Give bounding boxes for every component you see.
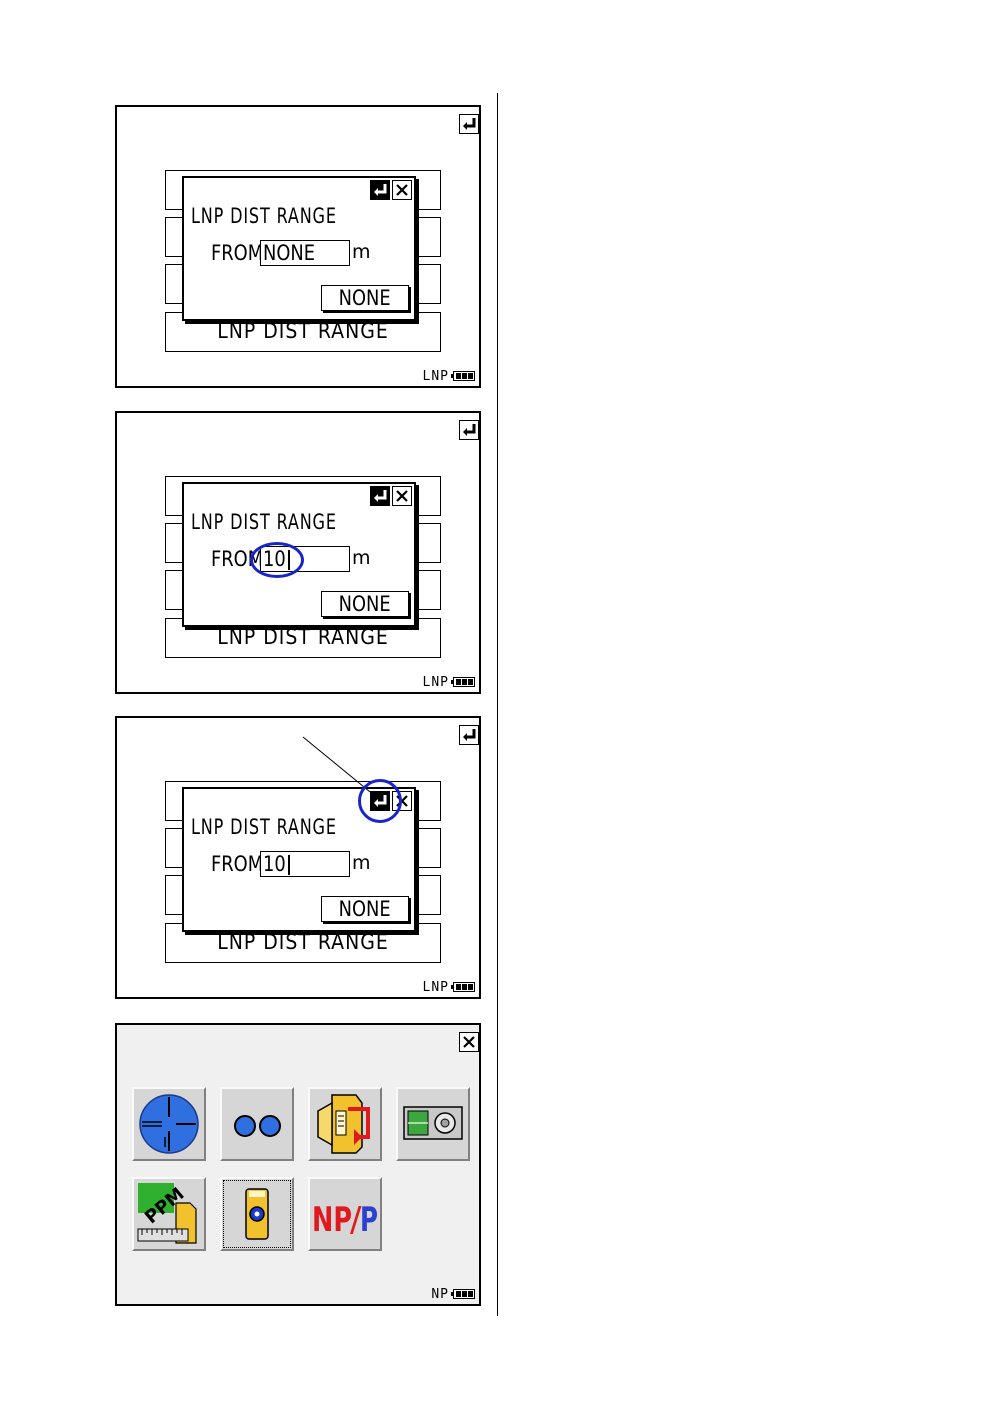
dist-range-dialog: LNP DIST RANGE FROM NONE m NONE [182,176,416,321]
battery-icon [451,1289,475,1299]
mode-indicator: LNP [422,368,449,384]
ppm-ruler-icon: PPM [137,1183,197,1244]
dialog-enter-button[interactable] [370,180,390,200]
tile-target-prism[interactable] [220,1177,294,1251]
none-button[interactable]: NONE [321,591,409,617]
dialog-title: LNP DIST RANGE [191,510,337,534]
two-circles-icon [234,1115,281,1137]
tile-prism-export[interactable] [308,1087,382,1161]
tile-device-panel[interactable] [396,1087,470,1161]
battery-icon [451,677,475,687]
mode-indicator: LNP [422,979,449,995]
screen-1: LNP DIST RANGE LNP DIST RANGE FROM NONE … [115,105,481,388]
from-label: FROM [211,241,264,265]
dialog-title: LNP DIST RANGE [191,204,337,228]
none-button-label: NONE [338,286,392,310]
input-highlight-circle [250,542,304,578]
battery-icon [451,982,475,992]
dialog-enter-button[interactable] [370,486,390,506]
from-input-value: NONE [263,241,316,265]
dialog-close-button[interactable] [392,486,412,506]
from-input[interactable]: NONE [260,240,350,266]
prism-export-icon [317,1094,370,1154]
enter-icon [463,118,476,130]
tile-two-circles[interactable] [220,1087,294,1161]
none-button[interactable]: NONE [321,285,409,311]
dialog-close-button[interactable] [392,180,412,200]
none-button-label: NONE [338,592,392,616]
unit-label: m [352,241,371,263]
background-row-label: LNP DIST RANGE [217,319,389,343]
device-panel-icon [403,1106,463,1140]
close-button[interactable] [459,1032,479,1052]
crosshair-icon [139,1094,199,1154]
pointer-line [302,736,376,797]
tile-crosshair[interactable] [132,1087,206,1161]
np-p-toggle-icon: NP / P [312,1200,378,1240]
close-icon [396,490,408,502]
background-row-label: LNP DIST RANGE [217,625,389,649]
enter-highlight-circle [358,779,402,823]
tile-ppm-ruler[interactable]: PPM [132,1177,206,1251]
mode-indicator: NP [431,1286,449,1302]
status-bar: LNP [422,979,475,995]
status-bar: NP [431,1286,475,1302]
menu-screen: PPM NP / P NP [115,1023,481,1306]
close-icon [396,184,408,196]
divider-line [497,93,498,1316]
enter-button[interactable] [459,420,479,440]
battery-icon [451,371,475,381]
screen-3: LNP DIST RANGE LNP DIST RANGE FROM 10 m … [115,716,481,999]
p-label: P [360,1200,378,1240]
status-bar: LNP [422,674,475,690]
close-icon [463,1036,475,1048]
enter-icon [371,487,389,505]
enter-icon [463,424,476,436]
np-label: NP [312,1200,352,1240]
tile-np-p-toggle[interactable]: NP / P [308,1177,382,1251]
unit-label: m [352,547,371,569]
enter-icon [371,181,389,199]
screen-2: LNP DIST RANGE LNP DIST RANGE FROM 10 m … [115,411,481,694]
mode-indicator: LNP [422,674,449,690]
enter-button[interactable] [459,114,479,134]
target-prism-icon [245,1188,269,1240]
status-bar: LNP [422,368,475,384]
